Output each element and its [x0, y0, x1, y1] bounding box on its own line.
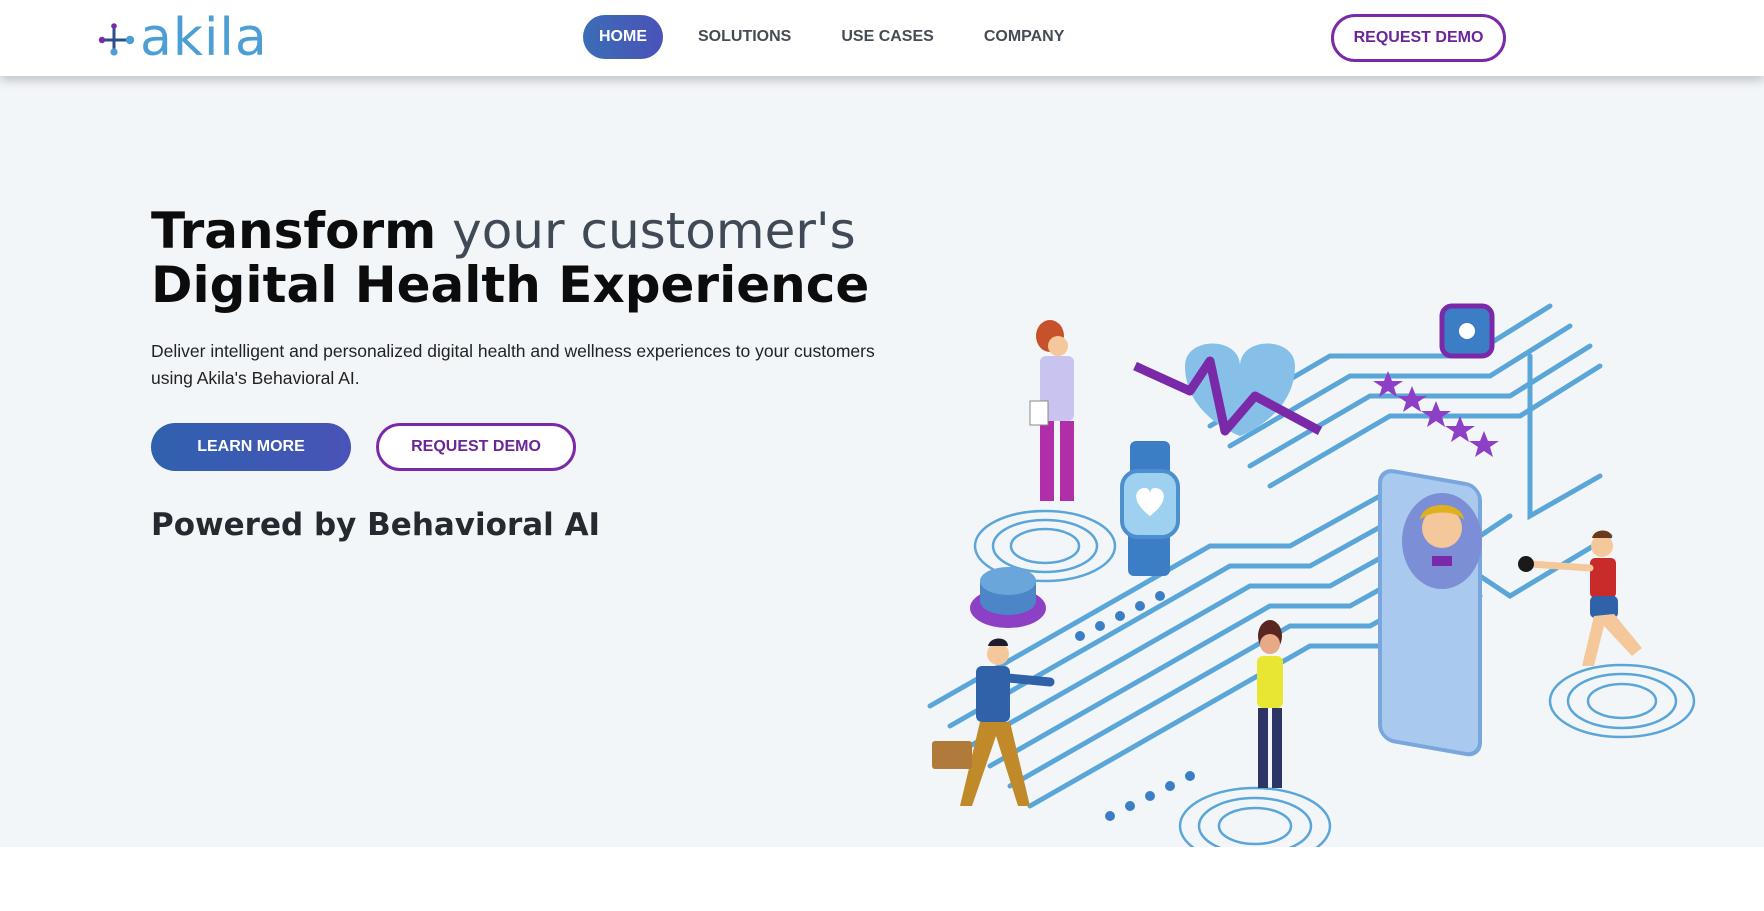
nav-solutions[interactable]: SOLUTIONS: [683, 15, 806, 59]
hero-section: Transform your customer's Digital Health…: [0, 76, 1764, 866]
heart-pulse: [1133, 343, 1323, 436]
smartwatch: [1120, 441, 1180, 576]
brand-logo[interactable]: akila: [96, 12, 268, 64]
learn-more-button[interactable]: LEARN MORE: [151, 423, 351, 471]
headline-bold-2: Digital Health Experience: [151, 256, 870, 314]
nav-company[interactable]: COMPANY: [969, 15, 1080, 59]
top-navbar: akila HOME SOLUTIONS USE CASES COMPANY R…: [0, 0, 1764, 76]
main-nav: HOME SOLUTIONS USE CASES COMPANY: [583, 15, 1099, 59]
brand-name: akila: [140, 8, 268, 68]
nav-home[interactable]: HOME: [583, 15, 663, 59]
nurse-figure: [1029, 320, 1074, 501]
nav-request-demo-button[interactable]: REQUEST DEMO: [1331, 14, 1506, 62]
hero-request-demo-button[interactable]: REQUEST DEMO: [376, 423, 576, 471]
hero-headline: Transform your customer's Digital Health…: [151, 204, 869, 312]
phone-mockup: [1378, 469, 1482, 757]
fingerprint-rings: [973, 509, 1696, 866]
woman-figure: [1257, 620, 1283, 788]
headline-light: your customer's: [436, 202, 856, 260]
health-illustration: [927, 303, 1696, 866]
akila-logo-icon: [98, 23, 135, 56]
nav-use-cases[interactable]: USE CASES: [826, 15, 948, 59]
powered-by-heading: Powered by Behavioral AI: [151, 507, 601, 543]
headline-bold-1: Transform: [151, 202, 437, 260]
businessman-figure: [932, 638, 1055, 806]
hero-description: Deliver intelligent and personalized dig…: [151, 341, 875, 388]
page-bottom-section: [0, 847, 1764, 911]
boxer-figure: [1518, 530, 1642, 666]
chat-bubble: [1439, 303, 1495, 359]
